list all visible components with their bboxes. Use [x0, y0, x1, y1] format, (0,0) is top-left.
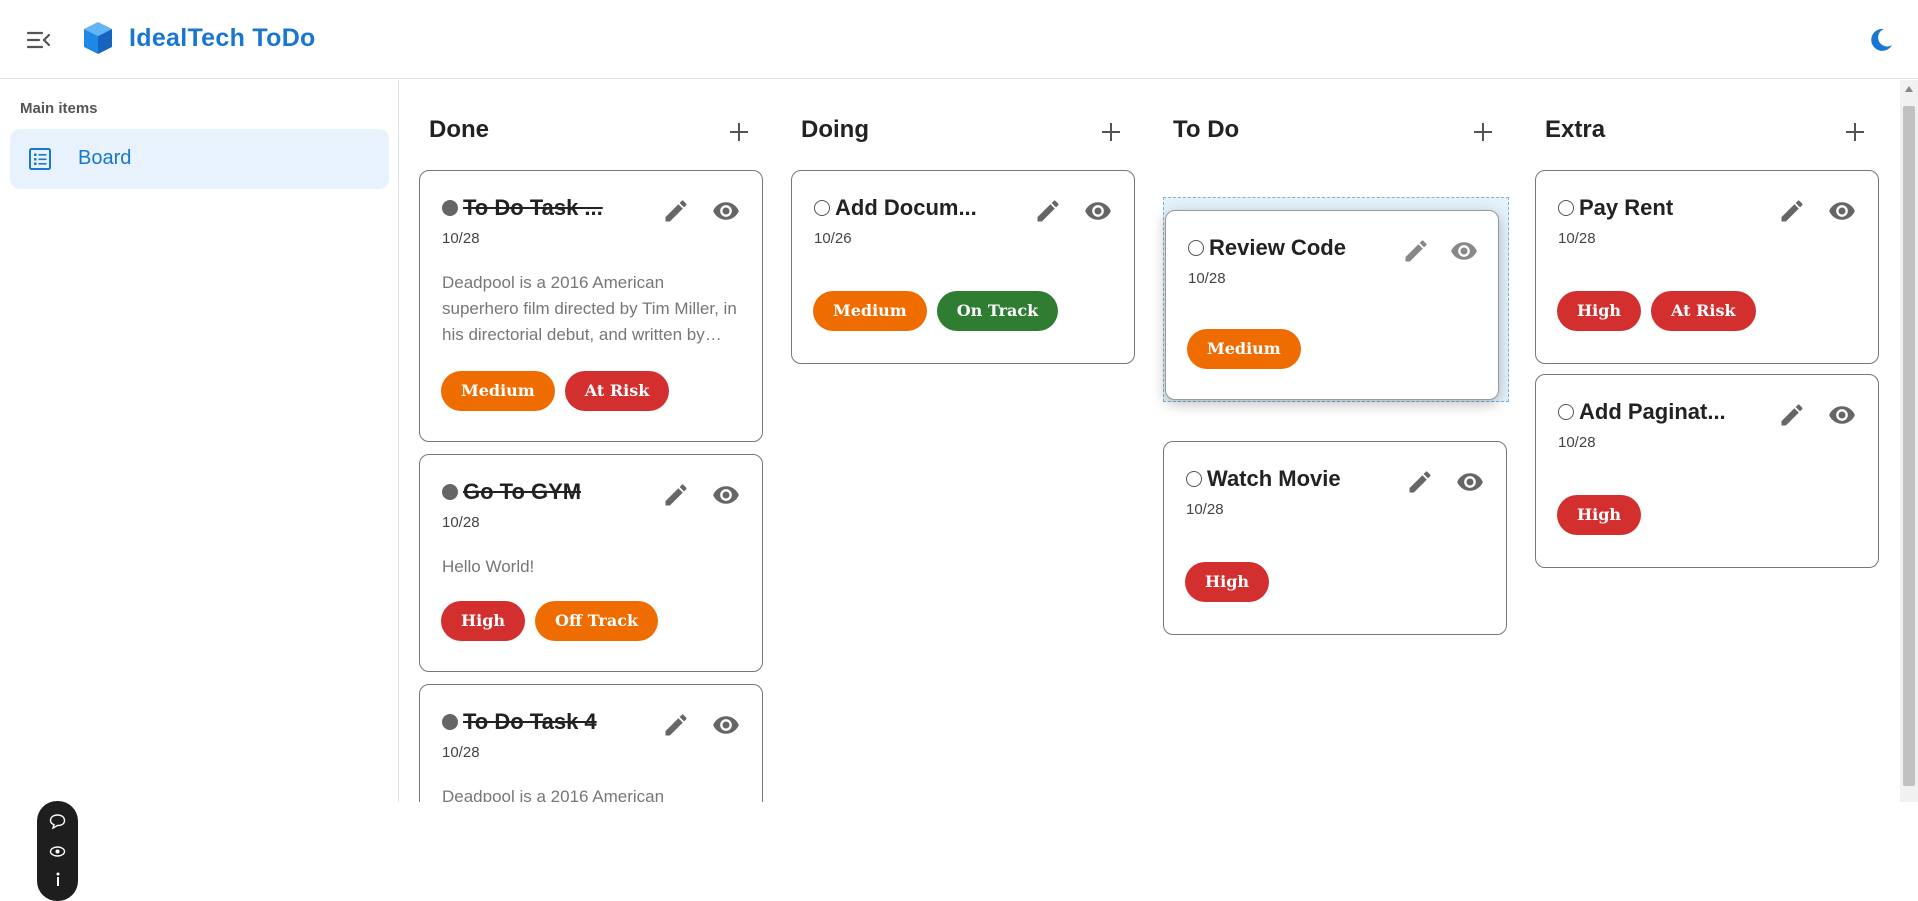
edit-pencil-icon[interactable] — [1778, 401, 1806, 429]
card-date: 10/28 — [442, 744, 480, 761]
kanban-board: Done To Do Task ... 10/28 Deadpool is a … — [400, 80, 1900, 802]
view-eye-icon[interactable] — [711, 481, 741, 509]
edit-pencil-icon[interactable] — [662, 711, 690, 739]
card-description: Hello World! — [442, 557, 535, 576]
card-title: Add Docum... — [835, 195, 977, 220]
card-date: 10/28 — [442, 230, 480, 247]
edit-pencil-icon[interactable] — [1402, 237, 1430, 265]
status-circle-icon[interactable] — [1188, 240, 1204, 256]
scrollbar-thumb[interactable] — [1903, 106, 1915, 786]
card-title: Pay Rent — [1579, 195, 1674, 220]
card-date: 10/26 — [814, 230, 852, 247]
edit-pencil-icon[interactable] — [1406, 468, 1434, 496]
status-tag-at-risk[interactable]: At Risk — [564, 371, 670, 411]
column-doing: Doing Add Docum... 10/26 Medium On Track — [791, 80, 1137, 802]
status-circle-icon[interactable] — [1558, 404, 1574, 420]
scroll-up-arrow-icon[interactable] — [1905, 86, 1913, 92]
add-card-plus-icon[interactable] — [1841, 118, 1869, 146]
view-eye-icon[interactable] — [1455, 468, 1485, 496]
view-eye-icon[interactable] — [1827, 401, 1857, 429]
floating-tools-panel — [37, 801, 78, 901]
tag-list: Medium At Risk — [441, 371, 670, 411]
task-card[interactable]: Pay Rent 10/28 High At Risk — [1535, 170, 1879, 364]
add-card-plus-icon[interactable] — [725, 118, 753, 146]
vertical-scrollbar[interactable] — [1900, 80, 1918, 802]
column-title: Extra — [1545, 116, 1606, 143]
view-eye-icon[interactable] — [1827, 197, 1857, 225]
status-tag-at-risk[interactable]: At Risk — [1651, 291, 1756, 331]
dragging-task-card[interactable]: Review Code 10/28 Medium — [1165, 210, 1499, 400]
column-title: To Do — [1173, 116, 1240, 143]
priority-tag-high[interactable]: High — [1557, 291, 1642, 331]
card-date: 10/28 — [1558, 434, 1596, 451]
card-title: To Do Task ... — [463, 195, 603, 220]
card-date: 10/28 — [1558, 230, 1596, 247]
tag-list: Medium On Track — [813, 291, 1059, 331]
column-title: Doing — [801, 116, 869, 143]
list-icon — [28, 147, 52, 176]
cube-logo-icon — [82, 20, 114, 61]
priority-tag-medium[interactable]: Medium — [441, 371, 555, 411]
tag-list: High At Risk — [1557, 291, 1756, 331]
task-card[interactable]: To Do Task ... 10/28 Deadpool is a 2016 … — [419, 170, 763, 442]
tag-list: High — [1557, 495, 1642, 535]
status-circle-icon[interactable] — [442, 714, 458, 730]
tag-list: High — [1185, 562, 1270, 602]
sidebar-item-label: Board — [78, 147, 132, 169]
task-card[interactable]: Add Paginat... 10/28 High — [1535, 374, 1879, 568]
task-card[interactable]: Watch Movie 10/28 High — [1163, 441, 1507, 635]
tag-list: High Off Track — [441, 601, 659, 641]
add-card-plus-icon[interactable] — [1097, 118, 1125, 146]
card-date: 10/28 — [1186, 501, 1224, 518]
column-title: Done — [429, 116, 489, 143]
card-title: Add Paginat... — [1579, 399, 1726, 424]
status-circle-icon[interactable] — [814, 200, 830, 216]
edit-pencil-icon[interactable] — [662, 197, 690, 225]
card-date: 10/28 — [1188, 270, 1226, 287]
card-title: To Do Task 4 — [463, 709, 597, 734]
card-date: 10/28 — [442, 514, 480, 531]
view-eye-icon[interactable] — [711, 711, 741, 739]
sidebar: Main items Board — [0, 80, 399, 901]
sidebar-section-label: Main items — [20, 100, 98, 117]
edit-pencil-icon[interactable] — [662, 481, 690, 509]
status-tag-on-track[interactable]: On Track — [936, 291, 1059, 331]
edit-pencil-icon[interactable] — [1778, 197, 1806, 225]
add-card-plus-icon[interactable] — [1469, 118, 1497, 146]
status-circle-icon[interactable] — [442, 484, 458, 500]
card-description: Deadpool is a 2016 American — [442, 787, 665, 802]
app-bar: IdealTech ToDo — [0, 0, 1918, 79]
sidebar-item-board[interactable]: Board — [10, 129, 389, 189]
status-circle-icon[interactable] — [442, 200, 458, 216]
status-tag-off-track[interactable]: Off Track — [535, 601, 659, 641]
task-card[interactable]: Add Docum... 10/26 Medium On Track — [791, 170, 1135, 364]
column-to-do: To Do Review Code 10/28 Medium Watch Mov… — [1163, 80, 1509, 802]
collapse-menu-icon[interactable] — [26, 28, 52, 52]
card-title: Watch Movie — [1207, 466, 1341, 491]
view-eye-icon[interactable] — [1083, 197, 1113, 225]
view-eye-icon[interactable] — [1449, 237, 1479, 265]
status-circle-icon[interactable] — [1558, 200, 1574, 216]
priority-tag-high[interactable]: High — [1185, 562, 1270, 602]
priority-tag-medium[interactable]: Medium — [1187, 329, 1301, 369]
column-extra: Extra Pay Rent 10/28 High At Risk Add Pa… — [1535, 80, 1881, 802]
priority-tag-high[interactable]: High — [1557, 495, 1642, 535]
status-circle-icon[interactable] — [1186, 471, 1202, 487]
card-title: Go To GYM — [463, 479, 582, 504]
priority-tag-medium[interactable]: Medium — [813, 291, 927, 331]
card-description: Deadpool is a 2016 American superhero fi… — [442, 273, 737, 344]
dark-mode-moon-icon[interactable] — [1866, 25, 1896, 55]
task-card[interactable]: Go To GYM 10/28 Hello World! High Off Tr… — [419, 454, 763, 672]
cursor-icon[interactable] — [49, 871, 66, 888]
task-card[interactable]: To Do Task 4 10/28 Deadpool is a 2016 Am… — [419, 684, 763, 802]
app-title: IdealTech ToDo — [129, 24, 316, 52]
tag-list: Medium — [1187, 329, 1301, 369]
priority-tag-high[interactable]: High — [441, 601, 526, 641]
chat-bubble-icon[interactable] — [49, 813, 66, 830]
card-title: Review Code — [1209, 235, 1346, 260]
view-eye-icon[interactable] — [711, 197, 741, 225]
column-done: Done To Do Task ... 10/28 Deadpool is a … — [419, 80, 765, 802]
edit-pencil-icon[interactable] — [1034, 197, 1062, 225]
eye-toggle-icon[interactable] — [49, 843, 66, 860]
